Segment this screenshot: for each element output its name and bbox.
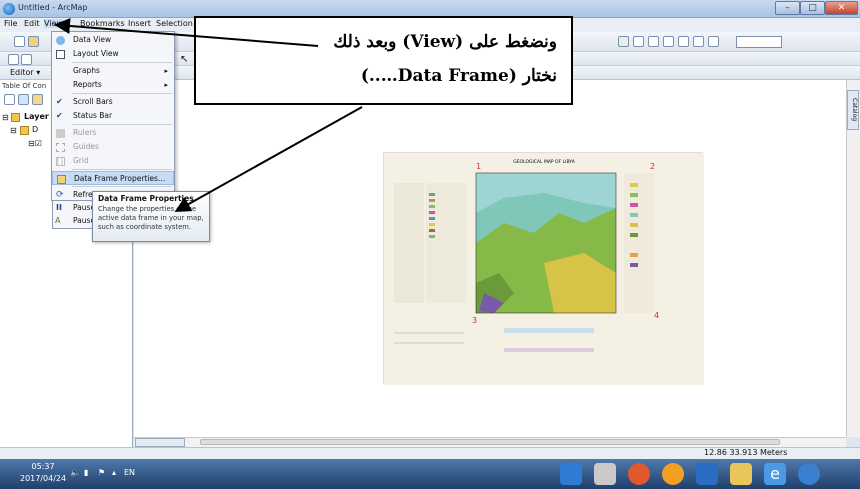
arrow-to-view-menu [54, 17, 319, 47]
arrow-to-data-frame-properties [174, 106, 363, 212]
annotation-arrows [54, 17, 363, 212]
